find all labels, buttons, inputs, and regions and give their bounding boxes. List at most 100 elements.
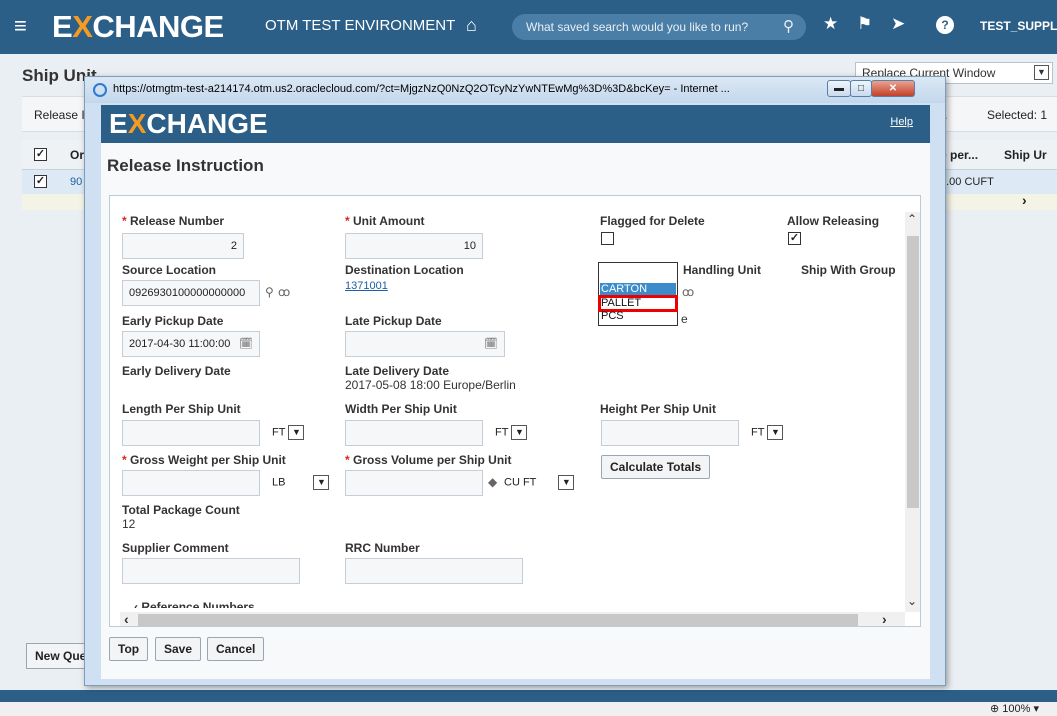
browser-status-bar: ⊕ 100% ▾	[0, 702, 1057, 716]
source-location-input[interactable]: 0926930100000000000	[122, 280, 260, 306]
scrollbar-thumb[interactable]	[138, 614, 858, 626]
zoom-level[interactable]: ⊕ 100% ▾	[990, 702, 1039, 716]
search-icon[interactable]: ⚲	[783, 14, 794, 40]
form-title: Release Instruction	[107, 156, 264, 175]
unit-amount-input[interactable]: 10	[345, 233, 483, 259]
calculate-totals-button[interactable]: Calculate Totals	[601, 455, 711, 479]
user-name[interactable]: TEST_SUPPL	[980, 19, 1057, 33]
ship-with-group-label: Ship With Group	[801, 263, 896, 277]
minimize-icon[interactable]: ▬	[827, 80, 851, 97]
save-button[interactable]: Save	[155, 637, 202, 661]
chevron-down-icon: ▼	[313, 475, 330, 490]
column-header[interactable]: Ship Ur	[1004, 148, 1047, 162]
width-unit-select[interactable]: FT ▼	[495, 425, 528, 440]
saved-search-input[interactable]: What saved search would you like to run?…	[512, 14, 806, 40]
form-vertical-scrollbar[interactable]: ⌃ ⌄	[905, 212, 920, 612]
late-delivery-date-label: Late Delivery Date	[345, 364, 450, 378]
destination-location-link[interactable]: 1371001	[345, 280, 388, 292]
handling-unit-label: Handling Unit	[683, 263, 761, 277]
release-number-input[interactable]: 2	[122, 233, 244, 259]
scroll-up-icon[interactable]: ⌃	[907, 212, 917, 226]
allow-releasing-label: Allow Releasing	[787, 214, 880, 228]
option-pallet[interactable]: PALLET	[598, 295, 678, 312]
release-form-panel: * Release Number 2 * Unit Amount 10 Flag…	[109, 195, 921, 627]
late-pickup-date-label: Late Pickup Date	[345, 314, 442, 328]
form-horizontal-scrollbar[interactable]: ‹ ›	[120, 611, 905, 626]
width-label: Width Per Ship Unit	[345, 402, 457, 416]
flagged-for-delete-checkbox[interactable]	[601, 232, 614, 245]
home-icon[interactable]: ⌂	[466, 15, 477, 36]
volume-cube-icon[interactable]: ◆	[488, 475, 497, 489]
length-input[interactable]	[122, 420, 260, 446]
page-footer-bar	[0, 690, 1057, 702]
chevron-down-icon: ▼	[558, 475, 575, 490]
view-details-icon[interactable]: ꝏ	[278, 285, 290, 299]
flag-icon[interactable]: ⚑	[857, 14, 872, 34]
option-carton[interactable]: CARTON	[600, 283, 676, 296]
length-label: Length Per Ship Unit	[122, 402, 241, 416]
supplier-comment-label: Supplier Comment	[122, 541, 229, 555]
total-package-count-label: Total Package Count	[122, 503, 240, 517]
early-delivery-date-label: Early Delivery Date	[122, 364, 231, 378]
hamburger-menu-icon[interactable]: ≡	[14, 14, 27, 38]
gross-weight-label: * Gross Weight per Ship Unit	[122, 453, 286, 467]
maximize-icon[interactable]: □	[850, 80, 872, 97]
scroll-right-icon[interactable]: ›	[882, 611, 887, 626]
gross-volume-input[interactable]	[345, 470, 483, 496]
search-icon[interactable]: ⚲	[265, 285, 274, 299]
top-button[interactable]: Top	[109, 637, 149, 661]
handling-unit-dropdown[interactable]: CARTON PALLET PCS	[598, 262, 678, 326]
window-controls: ▬ □ ✕	[827, 80, 941, 98]
early-pickup-date-input[interactable]: 2017-04-30 11:00:00 🗓	[122, 331, 260, 357]
width-input[interactable]	[345, 420, 483, 446]
app-header: ≡ EXCHANGE OTM TEST ENVIRONMENT ⌂ What s…	[0, 0, 1057, 54]
row-checkbox[interactable]: ✓	[34, 175, 47, 188]
close-icon[interactable]: ✕	[871, 80, 915, 97]
view-details-icon[interactable]: ꝏ	[682, 285, 694, 299]
scroll-right-icon[interactable]: ›	[1022, 192, 1027, 208]
weight-unit-select[interactable]: LB ▼	[272, 475, 330, 490]
navigate-arrow-icon[interactable]: ➤	[891, 14, 905, 34]
scroll-down-icon[interactable]: ⌄	[907, 594, 917, 608]
help-icon[interactable]: ?	[936, 16, 954, 34]
popup-url: https://otmgtm-test-a214174.otm.us2.orac…	[113, 83, 730, 95]
option-pcs[interactable]: PCS	[600, 310, 676, 323]
order-link[interactable]: 90	[70, 176, 82, 188]
chevron-down-icon: ▼	[511, 425, 528, 440]
help-link[interactable]: Help	[890, 116, 913, 128]
cancel-button[interactable]: Cancel	[207, 637, 265, 661]
allow-releasing-checkbox[interactable]: ✓	[788, 232, 801, 245]
total-package-count-value: 12	[122, 517, 136, 531]
exchange-logo[interactable]: EXCHANGE	[52, 10, 224, 44]
late-pickup-date-input[interactable]: 🗓	[345, 331, 505, 357]
selected-count: Selected: 1	[987, 108, 1048, 122]
popup-titlebar[interactable]: https://otmgtm-test-a214174.otm.us2.orac…	[85, 77, 945, 103]
chevron-down-icon[interactable]: ▼	[1034, 65, 1049, 80]
popup-exchange-logo: EXCHANGE	[109, 108, 268, 139]
gross-weight-input[interactable]	[122, 470, 260, 496]
column-header[interactable]: Or	[70, 148, 84, 162]
calendar-icon[interactable]: 🗓	[484, 332, 498, 356]
rrc-number-label: RRC Number	[345, 541, 420, 555]
scroll-left-icon[interactable]: ‹	[124, 611, 129, 626]
height-unit-select[interactable]: FT ▼	[751, 425, 784, 440]
supplier-comment-input[interactable]	[122, 558, 300, 584]
scrollbar-thumb[interactable]	[907, 236, 919, 508]
flagged-for-delete-label: Flagged for Delete	[600, 214, 705, 228]
rrc-number-input[interactable]	[345, 558, 523, 584]
favorites-star-icon[interactable]: ★	[823, 14, 838, 34]
environment-title: OTM TEST ENVIRONMENT	[265, 17, 456, 34]
handling-unit-partial-text: e	[681, 312, 688, 326]
length-unit-select[interactable]: FT ▼	[272, 425, 305, 440]
saved-search-placeholder: What saved search would you like to run?	[526, 20, 749, 34]
height-input[interactable]	[601, 420, 739, 446]
popup-content: EXCHANGE Help Release Instruction * Rele…	[101, 105, 930, 679]
browser-logo-icon	[93, 83, 107, 97]
calendar-icon[interactable]: 🗓	[239, 332, 253, 356]
chevron-down-icon: ▼	[767, 425, 784, 440]
source-location-label: Source Location	[122, 263, 217, 277]
select-all-checkbox[interactable]: ✓	[34, 148, 47, 161]
volume-unit-select[interactable]: CU FT ▼	[504, 475, 575, 490]
release-number-label: * Release Number	[122, 214, 225, 228]
reference-numbers-section[interactable]: ‹ Reference Numbers	[134, 600, 255, 608]
